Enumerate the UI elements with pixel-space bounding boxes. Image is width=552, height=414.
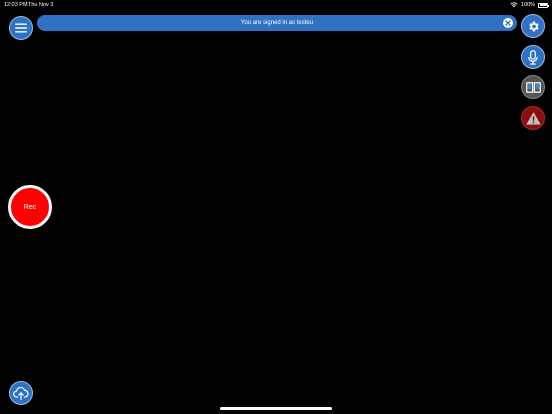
banner-message: You are signed in as testeu (240, 20, 314, 26)
status-bar: 12:03 PM Thu Nov 3 100% (0, 0, 552, 10)
warning-icon (526, 111, 540, 125)
warning-button[interactable] (521, 106, 545, 130)
record-label: Rec (23, 203, 37, 211)
battery-percent: 100% (520, 2, 535, 8)
close-icon (505, 20, 511, 26)
microphone-button[interactable] (521, 45, 545, 69)
status-indicators: 100% (510, 0, 549, 10)
microphone-icon (528, 49, 538, 65)
split-view-icon (525, 81, 541, 93)
status-time: 12:03 PM (4, 2, 28, 8)
hamburger-icon (15, 23, 27, 33)
record-button[interactable]: Rec (8, 185, 52, 229)
menu-button[interactable] (9, 16, 33, 40)
cloud-upload-button[interactable] (9, 381, 33, 405)
status-date: Thu Nov 3 (28, 2, 54, 8)
split-view-button[interactable] (521, 75, 545, 99)
signed-in-banner: You are signed in as testeu (37, 15, 517, 31)
battery-icon (538, 2, 549, 8)
wifi-icon (510, 2, 518, 8)
gear-icon (528, 21, 539, 31)
settings-button[interactable] (521, 14, 545, 38)
cloud-upload-icon (13, 386, 29, 400)
banner-close-button[interactable] (503, 18, 513, 28)
home-indicator (220, 407, 332, 410)
